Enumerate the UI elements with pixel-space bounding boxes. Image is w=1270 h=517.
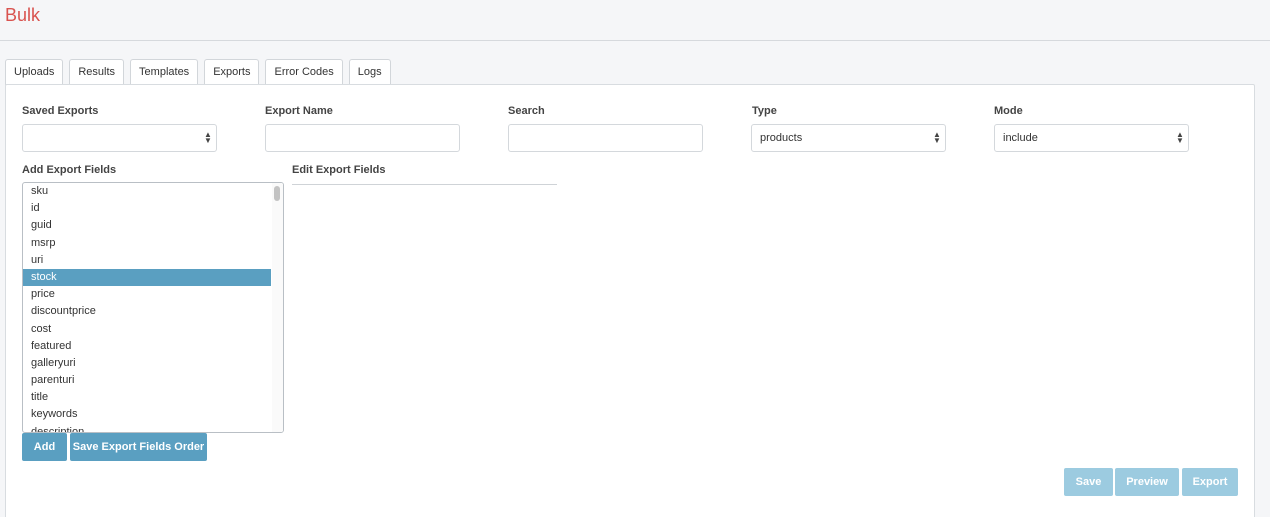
list-item[interactable]: price [23, 286, 271, 303]
list-item-selected[interactable]: stock [23, 268, 271, 287]
list-item[interactable]: galleryuri [23, 355, 271, 372]
list-item[interactable]: discountprice [23, 303, 271, 320]
preview-button[interactable]: Preview [1115, 468, 1179, 496]
sort-caret-icon: ▲ ▼ [933, 130, 941, 145]
export-name-input[interactable] [265, 124, 460, 152]
list-item[interactable]: keywords [23, 406, 271, 423]
mode-value: include [1003, 132, 1038, 144]
tab-logs[interactable]: Logs [348, 59, 391, 85]
type-select[interactable]: products ▲ ▼ [751, 124, 946, 152]
list-item[interactable]: id [23, 200, 271, 217]
tab-error-codes[interactable]: Error Codes [265, 59, 343, 85]
page-title: Bulk [5, 5, 41, 25]
list-item[interactable]: msrp [23, 235, 271, 252]
tab-results[interactable]: Results [69, 59, 125, 85]
export-name-label: Export Name [265, 105, 333, 117]
list-item[interactable]: parenturi [23, 372, 271, 389]
export-fields-listbox[interactable]: sku id guid msrp uri stock price discoun… [22, 182, 284, 433]
list-item[interactable]: sku [23, 183, 271, 200]
list-item[interactable]: title [23, 389, 271, 406]
title-divider [0, 40, 1270, 41]
type-label: Type [752, 105, 777, 117]
list-item[interactable]: cost [23, 321, 271, 338]
add-export-fields-label: Add Export Fields [22, 164, 117, 176]
list-item[interactable]: description [23, 424, 271, 432]
tab-exports[interactable]: Exports [204, 59, 260, 85]
tab-bar: Uploads Results Templates Exports Error … [5, 59, 397, 85]
saved-exports-select[interactable]: ▲ ▼ [22, 124, 217, 152]
type-value: products [760, 132, 803, 144]
save-export-fields-order-button[interactable]: Save Export Fields Order [70, 433, 207, 461]
add-button[interactable]: Add [22, 433, 67, 461]
listbox-scrollbar[interactable] [272, 183, 283, 432]
list-item[interactable]: guid [23, 217, 271, 234]
saved-exports-label: Saved Exports [22, 105, 99, 117]
sort-caret-icon: ▲ ▼ [204, 130, 212, 145]
edit-export-fields-divider [292, 184, 557, 185]
edit-export-fields-label: Edit Export Fields [292, 164, 386, 176]
mode-label: Mode [994, 105, 1023, 117]
search-label: Search [508, 105, 545, 117]
sort-caret-icon: ▲ ▼ [1176, 130, 1184, 145]
scrollbar-thumb[interactable] [274, 186, 280, 201]
exports-panel: Saved Exports ▲ ▼ Export Name Search Type… [5, 84, 1255, 517]
tab-uploads[interactable]: Uploads [5, 59, 64, 85]
tab-templates[interactable]: Templates [130, 59, 199, 85]
export-button[interactable]: Export [1182, 468, 1238, 496]
save-button[interactable]: Save [1064, 468, 1113, 496]
list-item[interactable]: uri [23, 252, 271, 269]
list-item[interactable]: featured [23, 338, 271, 355]
mode-select[interactable]: include ▲ ▼ [994, 124, 1189, 152]
search-input[interactable] [508, 124, 703, 152]
